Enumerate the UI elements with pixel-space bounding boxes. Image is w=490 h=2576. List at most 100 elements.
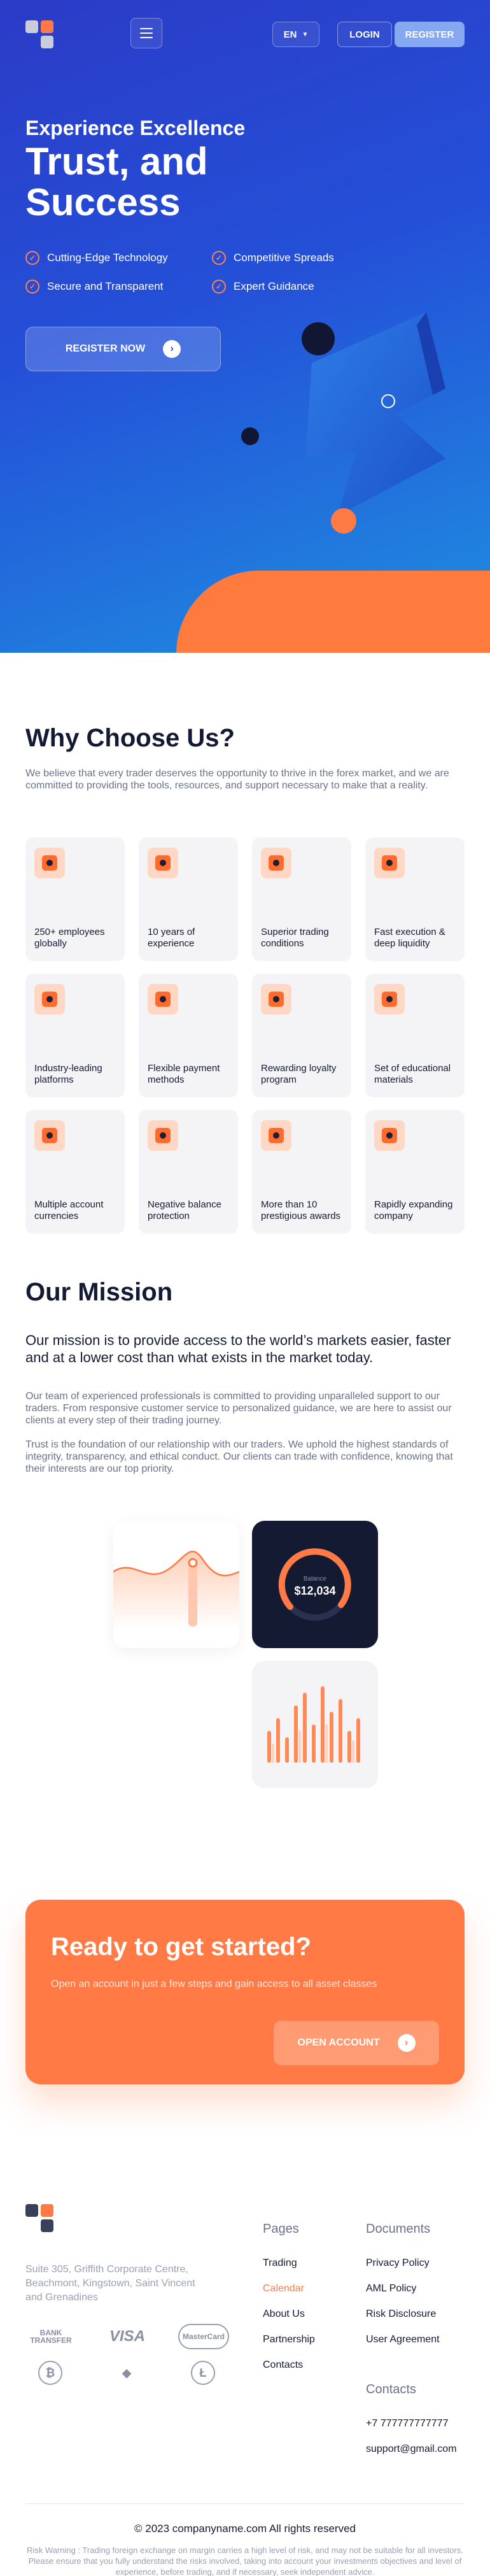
card-label: Fast execution & deep liquidity	[374, 927, 445, 949]
documents-title: Documents	[366, 2222, 431, 2236]
register-button[interactable]: REGISTER	[395, 22, 465, 47]
growth-chart-icon	[374, 1120, 405, 1151]
feature-card: Flexible payment methods	[139, 974, 238, 1097]
balance-value: $12,034	[294, 1584, 336, 1597]
check-icon: ✓	[212, 251, 226, 265]
decorative-shape	[176, 571, 490, 653]
feature-item: ✓ Expert Guidance	[212, 280, 314, 294]
language-label: EN	[283, 29, 297, 40]
feature-card: Rapidly expanding company	[365, 1110, 465, 1234]
hero-illustration	[241, 312, 445, 534]
register-now-label: REGISTER NOW	[65, 343, 146, 354]
hero-section: EN ▼ LOGIN REGISTER Experience Excellenc…	[0, 0, 490, 653]
feature-label: Cutting-Edge Technology	[47, 252, 168, 264]
cta-text: Open an account in just a few steps and …	[51, 1979, 377, 1989]
payment-card-icon	[148, 984, 178, 1014]
register-now-button[interactable]: REGISTER NOW ›	[25, 327, 221, 371]
feature-card: More than 10 prestigious awards	[252, 1110, 351, 1234]
check-icon: ✓	[212, 280, 226, 294]
footer-link-trading[interactable]: Trading	[263, 2258, 297, 2269]
check-icon: ✓	[25, 280, 39, 294]
education-icon	[374, 984, 405, 1014]
feature-card: Superior trading conditions	[252, 837, 351, 961]
top-navigation: EN ▼ LOGIN REGISTER	[25, 18, 465, 48]
employees-icon	[34, 848, 65, 878]
card-label: More than 10 prestigious awards	[261, 1199, 341, 1221]
chevron-down-icon: ▼	[302, 31, 309, 38]
feature-label: Secure and Transparent	[47, 280, 164, 292]
mastercard-logo: MasterCard	[178, 2324, 229, 2349]
mission-section: Our Mission Our mission is to provide ac…	[0, 1250, 490, 1900]
phone-link[interactable]: +7 777777777777	[366, 2418, 448, 2430]
footer-link-about[interactable]: About Us	[263, 2309, 305, 2320]
card-label: Industry-leading platforms	[34, 1063, 102, 1085]
line-chart-graphic	[113, 1551, 240, 1629]
mission-paragraph: Our team of experienced professionals is…	[25, 1391, 452, 1426]
footer-divider	[25, 2503, 465, 2504]
company-logo[interactable]	[25, 20, 55, 50]
email-link[interactable]: support@gmail.com	[366, 2444, 457, 2455]
footer-logo[interactable]	[25, 2204, 55, 2233]
ethereum-icon: ◆	[122, 2366, 131, 2379]
section-title: Why Choose Us?	[25, 724, 235, 752]
footer-link-privacy[interactable]: Privacy Policy	[366, 2258, 430, 2269]
footer-link-calendar[interactable]: Calendar	[263, 2283, 304, 2295]
bitcoin-icon: ₿	[38, 2361, 62, 2385]
footer-link-aml[interactable]: AML Policy	[366, 2283, 416, 2295]
section-intro: We believe that every trader deserves th…	[25, 768, 449, 791]
balance-tile: Balance $12,034	[252, 1521, 378, 1648]
balance-label: Balance	[303, 1576, 327, 1583]
check-icon: ✓	[25, 251, 39, 265]
cta-title: Ready to get started?	[51, 1933, 311, 1961]
copyright-text: © 2023 companyname.com All rights reserv…	[134, 2523, 356, 2535]
card-label: 10 years of experience	[148, 927, 195, 949]
feature-item: ✓ Competitive Spreads	[212, 251, 334, 265]
card-label: Rewarding loyalty program	[261, 1063, 337, 1085]
why-choose-us-section: Why Choose Us? We believe that every tra…	[0, 653, 490, 1250]
login-button[interactable]: LOGIN	[337, 22, 392, 47]
feature-card: Negative balance protection	[139, 1110, 238, 1234]
card-label: Set of educational materials	[374, 1063, 451, 1085]
cta-section: Ready to get started? Open an account in…	[0, 1900, 490, 2204]
litecoin-icon: Ł	[191, 2361, 215, 2385]
hero-subtitle: Experience Excellence	[25, 117, 246, 139]
loyalty-icon	[261, 984, 291, 1014]
open-account-label: OPEN ACCOUNT	[297, 2037, 380, 2048]
feature-card: Rewarding loyalty program	[252, 974, 351, 1097]
site-footer: Suite 305, Griffith Corporate Centre, Be…	[0, 2204, 490, 2576]
card-label: Rapidly expanding company	[374, 1199, 453, 1221]
company-address: Suite 305, Griffith Corporate Centre, Be…	[25, 2264, 195, 2303]
pages-title: Pages	[263, 2222, 299, 2236]
feature-label: Competitive Spreads	[234, 252, 334, 264]
language-selector[interactable]: EN ▼	[272, 22, 319, 47]
menu-button[interactable]	[130, 18, 162, 48]
cta-card: Ready to get started? Open an account in…	[25, 1900, 465, 2084]
open-account-button[interactable]: OPEN ACCOUNT ›	[274, 2021, 439, 2065]
section-title: Our Mission	[25, 1278, 173, 1306]
card-label: Superior trading conditions	[261, 927, 329, 949]
feature-card: Fast execution & deep liquidity	[365, 837, 465, 961]
currency-icon	[34, 1120, 65, 1151]
card-label: Multiple account currencies	[34, 1199, 104, 1221]
card-label: Negative balance protection	[148, 1199, 221, 1221]
footer-link-agreement[interactable]: User Agreement	[366, 2334, 440, 2345]
experience-icon	[148, 848, 178, 878]
platform-icon	[34, 984, 65, 1014]
bar-chart-tile	[252, 1661, 378, 1788]
footer-link-risk[interactable]: Risk Disclosure	[366, 2309, 436, 2320]
feature-card: Industry-leading platforms	[25, 974, 125, 1097]
feature-card: Set of educational materials	[365, 974, 465, 1097]
mission-lead: Our mission is to provide access to the …	[25, 1332, 451, 1365]
feature-item: ✓ Cutting-Edge Technology	[25, 251, 168, 265]
line-chart-tile	[113, 1521, 240, 1648]
contacts-title: Contacts	[366, 2382, 416, 2396]
arrow-right-icon: ›	[397, 2034, 416, 2052]
arrow-right-icon: ›	[163, 340, 181, 358]
footer-link-contacts[interactable]: Contacts	[263, 2359, 303, 2371]
award-icon	[261, 1120, 291, 1151]
footer-link-partnership[interactable]: Partnership	[263, 2334, 315, 2345]
shield-icon	[148, 1120, 178, 1151]
feature-card: 10 years of experience	[139, 837, 238, 961]
feature-card: 250+ employees globally	[25, 837, 125, 961]
mission-paragraph: Trust is the foundation of our relations…	[25, 1439, 453, 1474]
